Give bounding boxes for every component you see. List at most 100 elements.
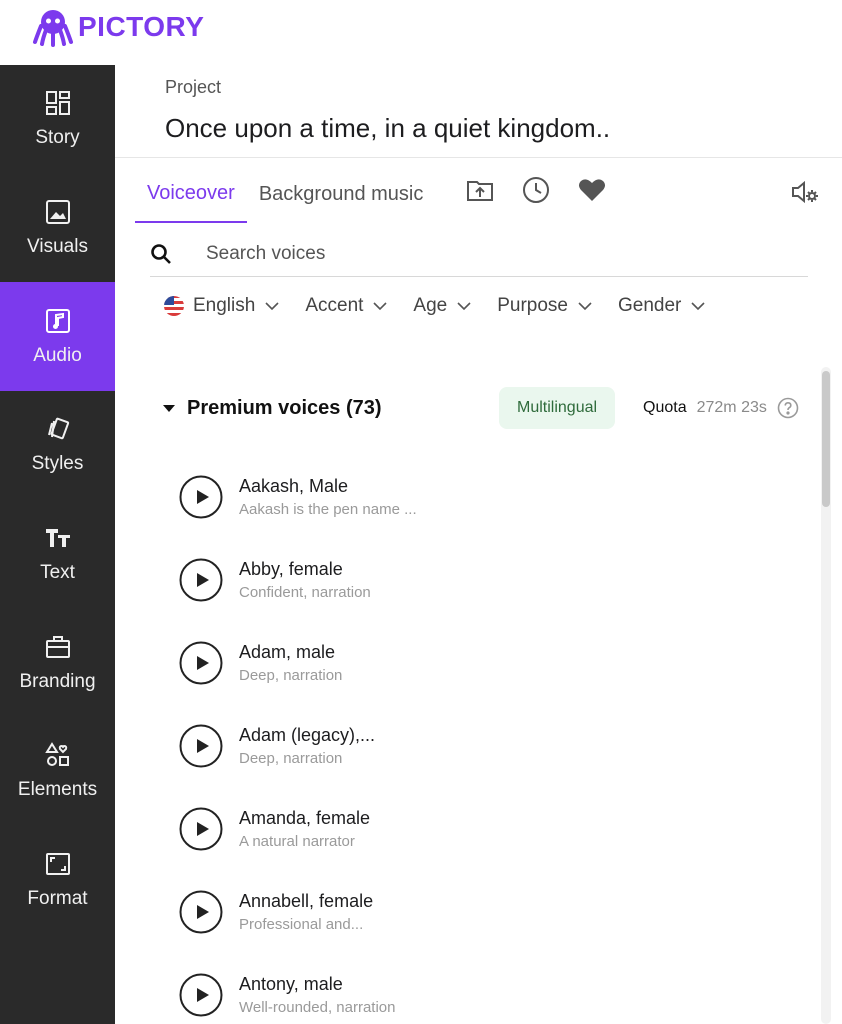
voice-name: Aakash, Male [239, 475, 349, 496]
sidebar-item-label: Text [40, 562, 75, 584]
sidebar-item-elements[interactable]: Elements [0, 717, 115, 826]
project-title[interactable]: Once upon a time, in a quiet kingdom.. [165, 113, 610, 144]
filter-label: Gender [618, 295, 682, 316]
brand-name: PICTORY [78, 11, 205, 42]
voice-list: Aakash, Male Aakash is the pen name ... A… [179, 455, 779, 1024]
caret-down-icon [163, 405, 175, 412]
sidebar-item-story[interactable]: Story [0, 65, 115, 174]
music-note-icon [45, 308, 70, 333]
voice-name: Antony, male [239, 973, 343, 994]
tab-voiceover[interactable]: Voiceover [135, 165, 247, 223]
sidebar-item-label: Branding [19, 670, 96, 692]
voice-item[interactable]: Aakash, Male Aakash is the pen name ... [179, 455, 779, 538]
chevron-down-icon [265, 302, 279, 311]
filter-label: English [193, 295, 256, 316]
sidebar-item-format[interactable]: Format [0, 826, 115, 935]
filter-accent[interactable]: Accent [305, 295, 389, 317]
play-icon[interactable] [179, 807, 223, 851]
sidebar-item-audio[interactable]: Audio [0, 282, 115, 392]
voice-description: Deep, narration [239, 749, 343, 767]
voice-item[interactable]: Adam (legacy),... Deep, narration [179, 704, 779, 787]
top-bar: PICTORY [0, 0, 842, 65]
voice-item[interactable]: Abby, female Confident, narration [179, 538, 779, 621]
styles-icon [47, 418, 69, 440]
voice-name: Annabell, female [239, 890, 374, 911]
voice-name: Abby, female [239, 558, 343, 579]
voice-description: Deep, narration [239, 666, 343, 684]
scrollbar[interactable] [821, 367, 831, 1024]
play-icon[interactable] [179, 641, 223, 685]
play-icon[interactable] [179, 890, 223, 934]
octopus-logo-icon [33, 10, 73, 47]
brand[interactable]: PICTORY [32, 6, 204, 48]
play-icon[interactable] [179, 973, 223, 1017]
help-icon[interactable] [777, 397, 799, 419]
sidebar-item-text[interactable]: Text [0, 500, 115, 609]
voice-filters: English Accent Age Purpose Gender [163, 291, 731, 321]
sidebar-item-label: Audio [33, 344, 82, 366]
voice-name: Amanda, female [239, 807, 371, 828]
voice-name: Adam, male [239, 641, 336, 662]
filter-label: Purpose [497, 295, 569, 316]
filter-label: Accent [305, 295, 364, 316]
sidebar-item-label: Elements [17, 779, 98, 801]
section-title: Premium voices (73) [187, 396, 382, 419]
audio-tabs: Voiceover Background music [135, 165, 435, 223]
chevron-down-icon [691, 302, 705, 311]
scrollbar-thumb[interactable] [822, 371, 830, 507]
voice-description: Professional and... [239, 915, 364, 933]
story-icon [45, 91, 70, 116]
sidebar-item-visuals[interactable]: Visuals [0, 174, 115, 283]
sidebar-item-label: Story [35, 127, 80, 149]
multilingual-badge: Multilingual [499, 387, 616, 429]
quota-label: Quota [643, 399, 687, 416]
filter-purpose[interactable]: Purpose [497, 295, 594, 317]
voice-description: A natural narrator [239, 832, 355, 850]
voice-settings-icon[interactable] [790, 177, 820, 207]
briefcase-icon [45, 635, 70, 658]
search-icon [151, 243, 171, 264]
audio-panel: Project Once upon a time, in a quiet kin… [115, 65, 842, 1024]
aspect-ratio-icon [45, 853, 70, 876]
sidebar-item-label: Visuals [27, 236, 88, 258]
sidebar-item-branding[interactable]: Branding [0, 608, 115, 717]
history-clock-icon[interactable] [521, 175, 551, 205]
project-caption: Project [165, 77, 222, 97]
sidebar-item-label: Styles [31, 453, 84, 475]
play-icon[interactable] [179, 558, 223, 602]
favorite-heart-icon[interactable] [577, 175, 607, 205]
tab-background-music[interactable]: Background music [247, 165, 436, 223]
voice-item[interactable]: Antony, male Well-rounded, narration [179, 953, 779, 1024]
filter-label: Age [413, 295, 448, 316]
chevron-down-icon [457, 302, 471, 311]
upload-folder-icon[interactable] [465, 175, 495, 205]
voice-item[interactable]: Adam, male Deep, narration [179, 621, 779, 704]
voice-description: Well-rounded, narration [239, 998, 396, 1016]
sidebar-item-styles[interactable]: Styles [0, 391, 115, 500]
voice-description: Confident, narration [239, 583, 371, 601]
text-icon [45, 529, 70, 548]
voice-item[interactable]: Annabell, female Professional and... [179, 870, 779, 953]
filter-language[interactable]: English [163, 295, 281, 317]
voice-item[interactable]: Amanda, female A natural narrator [179, 787, 779, 870]
sidebar-item-label: Format [27, 888, 88, 910]
us-flag-icon [164, 296, 184, 316]
sidebar: Story Visuals Audio Styles Text Branding… [0, 65, 115, 1024]
play-icon[interactable] [179, 475, 223, 519]
voice-name: Adam (legacy),... [239, 724, 376, 745]
search-input[interactable] [206, 242, 766, 265]
chevron-down-icon [373, 302, 387, 311]
quota-value: 272m 23s [696, 399, 767, 416]
voice-description: Aakash is the pen name ... [239, 500, 417, 518]
chevron-down-icon [578, 302, 592, 311]
divider [115, 157, 842, 158]
filter-gender[interactable]: Gender [618, 295, 707, 317]
play-icon[interactable] [179, 724, 223, 768]
image-icon [45, 200, 70, 225]
quota: Quota 272m 23s [643, 387, 799, 429]
tab-actions [465, 175, 607, 205]
shapes-icon [44, 742, 69, 767]
premium-voices-header[interactable]: Premium voices (73) Multilingual Quota 2… [161, 387, 811, 429]
search-bar [150, 231, 808, 277]
filter-age[interactable]: Age [413, 295, 473, 317]
